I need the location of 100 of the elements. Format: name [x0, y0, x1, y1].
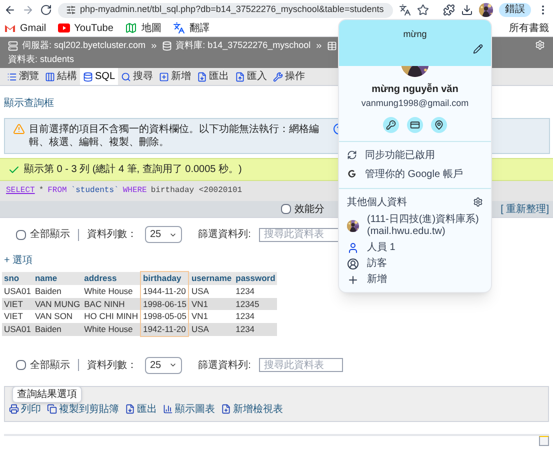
result-option-link[interactable]: 匯出 [137, 402, 157, 417]
section-title: 其他個人資料 [347, 196, 407, 210]
filter-label: 篩選資料列: [198, 358, 251, 373]
show-query-box-link[interactable]: 顯示查詢框 [4, 98, 54, 109]
table-cell: VN1 [188, 310, 234, 323]
reload-icon[interactable] [40, 4, 52, 16]
bookmark-link[interactable]: YouTube [74, 20, 114, 36]
back-icon[interactable] [4, 4, 16, 16]
table-cell: 1234 [234, 323, 278, 336]
payment-button[interactable] [407, 116, 423, 132]
person-icon [347, 242, 359, 254]
table-cell: Baiden [32, 323, 82, 336]
checkbox[interactable] [280, 204, 291, 214]
table-cell: 12345 [234, 298, 278, 310]
checkbox-label: 全部顯示 [30, 358, 70, 373]
extensions-icon[interactable] [443, 4, 455, 16]
result-option-link[interactable]: 顯示圖表 [175, 402, 215, 417]
tab[interactable]: 搜尋 [118, 68, 156, 85]
tab-icon [273, 72, 284, 82]
mail-icon [4, 22, 16, 34]
result-option-link[interactable]: 新增檢視表 [233, 402, 283, 417]
star-icon[interactable] [417, 4, 429, 16]
table-cell: USA01 [2, 284, 33, 298]
table-cell: 1234 [234, 284, 278, 298]
document-icon [125, 404, 135, 414]
result-option-link[interactable]: 複製到剪貼簿 [59, 402, 119, 417]
sql-token: FROM [48, 185, 67, 197]
table-cell: VN1 [188, 298, 234, 310]
column-header[interactable]: name [32, 272, 82, 285]
sql-token: birthaday <20020101 [150, 185, 242, 197]
edit-icon[interactable] [473, 44, 483, 54]
refresh-link[interactable]: [ 重新整理] [500, 202, 549, 216]
bookmarks-folder-link[interactable]: 所有書籤 [509, 20, 549, 36]
tab[interactable]: SQL [80, 68, 118, 85]
profile-button[interactable]: 錯誤 [499, 3, 531, 17]
tab[interactable]: 匯出 [194, 68, 232, 85]
key-icon [386, 120, 396, 130]
success-text: 顯示第 0 - 3 列 (總計 4 筆, 查詢用了 0.0005 秒。) [24, 162, 242, 177]
breadcrumb-icon [162, 40, 172, 51]
table-cell: White House [82, 323, 140, 336]
checkbox[interactable] [16, 230, 26, 240]
google-icon [347, 169, 357, 179]
tab-icon [197, 72, 208, 82]
download-icon[interactable] [461, 4, 473, 16]
checkbox[interactable] [16, 360, 26, 370]
breadcrumb-link[interactable]: 伺服器: sql202.byetcluster.com [22, 39, 146, 52]
manage-account-link[interactable]: 管理你的 Google 帳戶 [365, 166, 463, 182]
options-link[interactable]: + 選項 [4, 255, 33, 266]
address-bar[interactable]: php-myadmin.net/tbl_sql.php?db=b14_37522276_myschool&table=students [58, 2, 393, 18]
translate-icon[interactable] [399, 4, 411, 16]
tab-icon [83, 72, 93, 82]
breadcrumb-link[interactable]: 資料表: students [8, 52, 74, 66]
tab[interactable]: 結構 [42, 68, 80, 85]
column-header[interactable]: sno [2, 272, 33, 285]
location-pin-icon [434, 120, 444, 130]
guest-icon [347, 258, 359, 270]
profile-email: vanmung1998@gmail.com [361, 97, 469, 110]
settings-icon[interactable] [473, 197, 483, 207]
separator-icon [150, 42, 158, 50]
add-icon [347, 274, 359, 286]
site-info-icon[interactable] [66, 5, 76, 15]
breadcrumb-link[interactable]: 資料庫: b14_37522276_myschool [176, 39, 311, 52]
tab[interactable]: 新增 [156, 68, 194, 85]
bar-chart-icon [163, 404, 173, 414]
table-cell: 1234 [234, 310, 278, 323]
tab[interactable]: 操作 [270, 68, 308, 85]
profile-item[interactable]: 人員 1 [367, 242, 396, 254]
rows-label: 資料列數： [87, 358, 137, 373]
column-header[interactable]: address [82, 272, 140, 285]
tab[interactable]: 瀏覽 [4, 68, 42, 85]
sync-status: 同步功能已啟用 [365, 148, 435, 162]
result-option-link[interactable]: 列印 [21, 402, 41, 417]
tab[interactable]: 匯入 [232, 68, 270, 85]
addresses-button[interactable] [431, 116, 447, 132]
profile-item[interactable]: 新增 [367, 274, 387, 286]
separator-icon [314, 42, 323, 50]
breadcrumb-icon [326, 40, 337, 51]
rows-select[interactable]: 25 [145, 226, 182, 243]
breadcrumb-icon [8, 40, 18, 51]
forward-icon[interactable] [22, 4, 34, 16]
profile-item[interactable]: 訪客 [367, 258, 387, 270]
profile-item[interactable]: (111-日四技(進)資料庫系) (mail.hwu.edu.tw) [367, 214, 483, 238]
filter-field[interactable]: 搜尋此資料表 [258, 358, 343, 372]
column-header[interactable]: password [234, 272, 278, 285]
passwords-button[interactable] [383, 116, 399, 132]
table-cell: Baiden [32, 284, 82, 298]
table-cell: USA [188, 323, 234, 336]
tab-icon [159, 72, 170, 82]
profile-avatar[interactable] [479, 3, 493, 17]
column-header[interactable]: username [188, 272, 234, 285]
rows-select[interactable]: 25 [145, 356, 182, 374]
bookmark-link[interactable]: 翻譯 [189, 20, 210, 36]
sql-token: `students` [70, 185, 119, 197]
bookmark-link[interactable]: 地圖 [141, 20, 162, 36]
table-cell: HO CHI MINH [82, 310, 140, 323]
table-cell: USA [188, 284, 234, 298]
bookmark-link[interactable]: Gmail [20, 20, 46, 36]
profile-short-name: mừng [403, 28, 427, 41]
column-header[interactable]: birthaday [140, 272, 189, 285]
table-cell: 1998-06-15 [140, 298, 189, 310]
